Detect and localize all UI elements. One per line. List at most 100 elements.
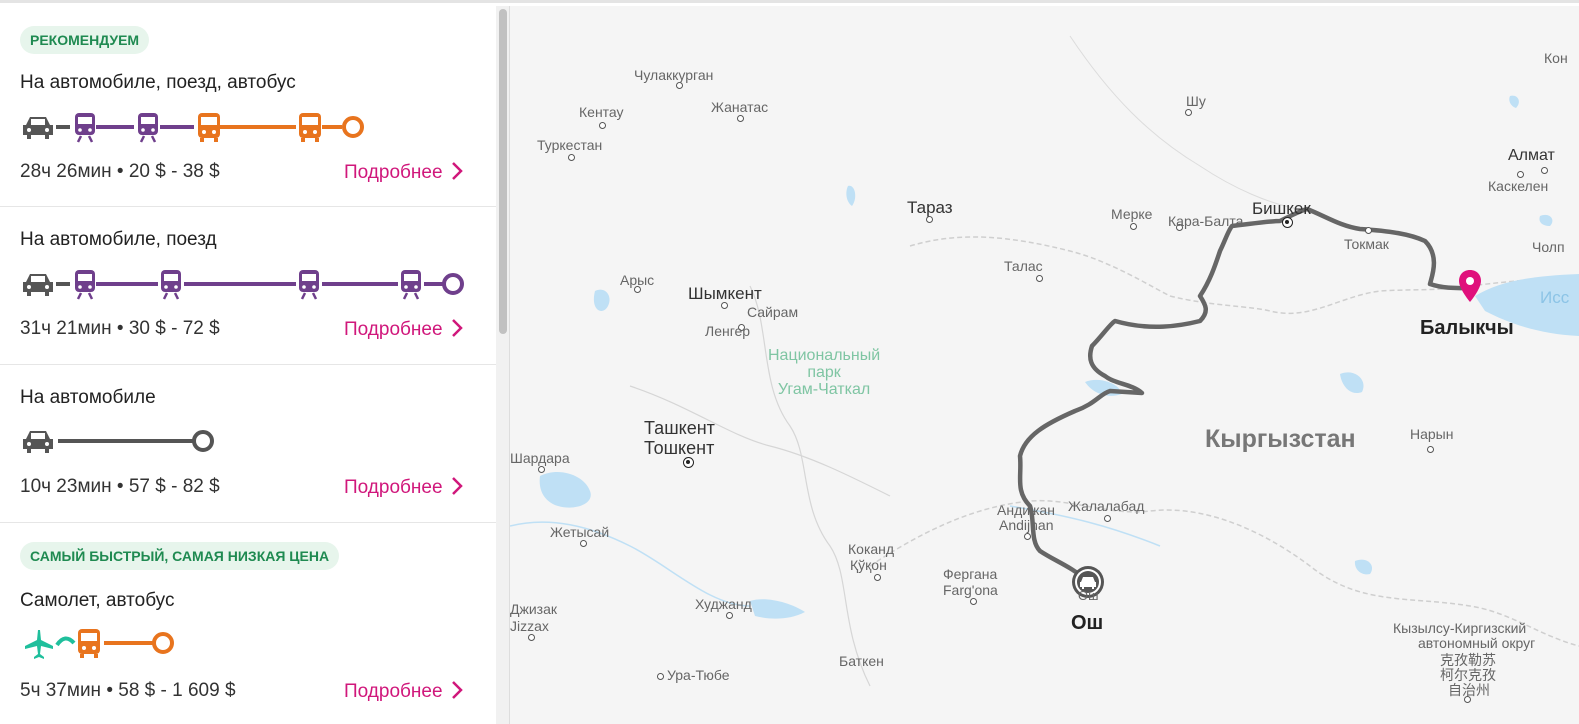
region-label: 自治州 bbox=[1448, 682, 1490, 698]
route-timeline bbox=[23, 270, 464, 300]
city-dot bbox=[657, 673, 664, 680]
city-label: Туркестан bbox=[537, 137, 603, 153]
car-icon bbox=[23, 431, 53, 453]
train-icon bbox=[75, 270, 95, 300]
origin-sub-label: Ош bbox=[1078, 588, 1099, 603]
details-label: Подробнее bbox=[344, 162, 443, 183]
city-label: Andijhan bbox=[999, 517, 1054, 533]
city-label: Чулаккурган bbox=[634, 67, 714, 83]
city-dot bbox=[1036, 275, 1043, 282]
city-label: Чолп bbox=[1532, 239, 1565, 255]
city-dot bbox=[599, 122, 606, 129]
train-icon bbox=[138, 113, 158, 143]
city-label: Тошкент bbox=[644, 438, 715, 458]
details-label: Подробнее bbox=[344, 477, 443, 498]
recommended-badge: РЕКОМЕНДУЕМ bbox=[20, 26, 150, 54]
chevron-right-icon bbox=[451, 319, 463, 337]
chevron-right-icon bbox=[451, 477, 463, 495]
bus-icon bbox=[78, 629, 100, 658]
route-title: На автомобиле, поезд bbox=[20, 229, 217, 250]
city-dot bbox=[1365, 227, 1372, 234]
destination-icon bbox=[192, 430, 214, 452]
city-label: Токмак bbox=[1344, 236, 1389, 252]
city-dot bbox=[1185, 109, 1192, 116]
bus-icon bbox=[198, 113, 220, 142]
details-link[interactable]: Подробнее bbox=[344, 318, 463, 341]
city-label: Баткен bbox=[839, 653, 884, 669]
map[interactable]: Чулаккурган Кентау Жанатас Туркестан Шу … bbox=[510, 6, 1579, 724]
region-label: автономный округ bbox=[1418, 635, 1536, 651]
route-timeline bbox=[23, 113, 364, 143]
route-duration-price: 5ч 37мин • 58 $ - 1 609 $ bbox=[20, 680, 236, 701]
destination-label: Балыкчы bbox=[1420, 317, 1514, 339]
city-dot bbox=[1427, 446, 1434, 453]
fastest-cheapest-badge: САМЫЙ БЫСТРЫЙ, САМАЯ НИЗКАЯ ЦЕНА bbox=[20, 542, 340, 570]
city-label: Jizzax bbox=[510, 618, 549, 634]
destination-icon bbox=[442, 273, 464, 295]
city-label: Фергана bbox=[943, 566, 998, 582]
origin-label: Ош bbox=[1071, 612, 1104, 634]
app-window: РЕКОМЕНДУЕМ На автомобиле, поезд, автобу… bbox=[0, 0, 1579, 724]
details-label: Подробнее bbox=[344, 319, 443, 340]
train-icon bbox=[75, 113, 95, 143]
city-label: Жетысай bbox=[550, 524, 610, 540]
route-duration-price: 31ч 21мин • 30 $ - 72 $ bbox=[20, 318, 220, 339]
city-dot bbox=[1517, 171, 1524, 178]
route-title: Самолет, автобус bbox=[20, 590, 175, 611]
city-dot bbox=[568, 154, 575, 161]
region-label: Кызылсу-Киргизский bbox=[1393, 620, 1527, 636]
route-timeline bbox=[25, 629, 174, 659]
details-link[interactable]: Подробнее bbox=[344, 476, 463, 499]
city-label: Кон bbox=[1544, 50, 1568, 66]
city-dot bbox=[874, 574, 881, 581]
city-dot bbox=[970, 598, 977, 605]
city-label: Коканд bbox=[848, 541, 895, 557]
city-label: Ленгер bbox=[705, 323, 751, 339]
details-label: Подробнее bbox=[344, 681, 443, 702]
route-card[interactable]: На автомобиле 10ч 23мин • 57 $ - 82 $ По… bbox=[0, 365, 496, 523]
car-icon bbox=[23, 117, 53, 139]
route-card[interactable]: РЕКОМЕНДУЕМ На автомобиле, поезд, автобу… bbox=[0, 6, 496, 207]
city-label: Ташкент bbox=[644, 418, 715, 438]
plane-icon bbox=[25, 630, 53, 659]
city-label: Исс bbox=[1540, 288, 1570, 307]
city-label: Қўқон bbox=[850, 557, 887, 573]
city-label: Жанатас bbox=[711, 99, 769, 115]
details-link[interactable]: Подробнее bbox=[344, 680, 463, 703]
city-label: Шымкент bbox=[688, 284, 762, 303]
route-card[interactable]: САМЫЙ БЫСТРЫЙ, САМАЯ НИЗКАЯ ЦЕНА Самолет… bbox=[0, 523, 496, 724]
route-title: На автомобиле, поезд, автобус bbox=[20, 72, 296, 93]
city-label: Шу bbox=[1186, 93, 1206, 109]
city-label: Жалалабад bbox=[1068, 498, 1145, 514]
route-title: На автомобиле bbox=[20, 387, 156, 408]
route-duration-price: 10ч 23мин • 57 $ - 82 $ bbox=[20, 476, 220, 497]
destination-icon bbox=[342, 116, 364, 138]
city-dot bbox=[538, 466, 545, 473]
city-label: Мерке bbox=[1111, 206, 1153, 222]
city-dot bbox=[528, 634, 535, 641]
route-line bbox=[1017, 206, 1473, 584]
city-dot bbox=[1104, 515, 1111, 522]
details-link[interactable]: Подробнее bbox=[344, 161, 463, 184]
scrollbar-thumb[interactable] bbox=[499, 9, 507, 334]
chevron-right-icon bbox=[451, 681, 463, 699]
city-dot bbox=[676, 82, 683, 89]
map-base bbox=[510, 35, 1579, 687]
car-icon bbox=[23, 274, 53, 296]
city-label: Кара-Балта bbox=[1168, 213, 1244, 229]
city-label: Алмат bbox=[1508, 147, 1555, 164]
city-label: Тараз bbox=[907, 198, 953, 217]
city-dot bbox=[580, 540, 587, 547]
city-label: Кентау bbox=[579, 104, 624, 120]
city-label: Сайрам bbox=[747, 304, 799, 320]
city-label: Талас bbox=[1004, 258, 1043, 274]
park-label: Национальный парк Угам-Чаткал bbox=[768, 347, 881, 398]
country-label: Кыргызстан bbox=[1205, 425, 1356, 453]
city-dot bbox=[726, 612, 733, 619]
city-label: Нарын bbox=[1410, 426, 1454, 442]
city-dot bbox=[1541, 167, 1548, 174]
city-label: Farg'ona bbox=[943, 582, 998, 598]
city-label: Андижан bbox=[997, 502, 1055, 518]
city-dot bbox=[737, 115, 744, 122]
route-card[interactable]: На автомобиле, поезд 31ч 21мин • 30 $ - … bbox=[0, 207, 496, 365]
